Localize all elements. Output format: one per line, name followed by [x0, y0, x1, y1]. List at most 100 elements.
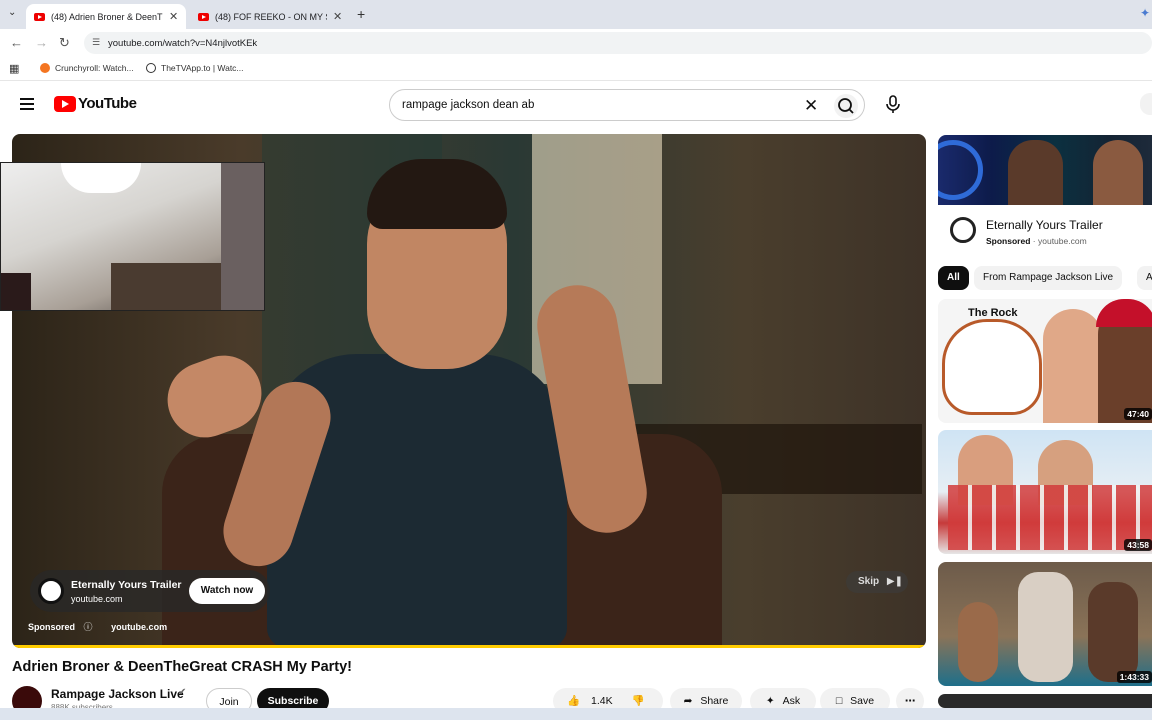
banner-ring	[938, 140, 983, 200]
site-info-icon[interactable]: ☰	[92, 37, 100, 48]
skip-label: Skip	[858, 576, 880, 587]
chair-back	[1, 273, 31, 310]
gemini-icon[interactable]: ✦	[1140, 6, 1150, 20]
sponsored-domain[interactable]: youtube.com	[111, 622, 167, 632]
close-tab-icon[interactable]: ✕	[169, 10, 178, 23]
thumb-person-1	[1043, 309, 1103, 423]
youtube-header: YouTube ✕	[0, 82, 1152, 128]
chip-from-channel[interactable]: From Rampage Jackson Live	[974, 266, 1123, 290]
share-icon: ➦	[683, 695, 693, 707]
tab-title: (48) Adrien Broner & DeenThe	[51, 11, 163, 22]
youtube-favicon-icon	[34, 12, 45, 21]
desk	[111, 263, 221, 310]
video-duration: 47:40	[1124, 408, 1152, 420]
clear-search-icon[interactable]: ✕	[804, 96, 818, 116]
banner-face-1	[1008, 140, 1063, 205]
sparkle-icon: ✦	[765, 695, 775, 707]
watch-now-button[interactable]: Watch now	[189, 578, 265, 604]
back-icon[interactable]: ←	[10, 35, 23, 50]
recommended-video-2[interactable]: 43:58	[938, 430, 1152, 554]
voice-search-button[interactable]	[882, 93, 904, 115]
os-taskbar	[0, 708, 1152, 720]
search-box: ✕	[389, 89, 865, 121]
doorway	[221, 163, 264, 310]
bookmark-icon: □	[835, 695, 843, 707]
like-count: 1.4K	[591, 695, 613, 707]
thumb-person-1	[1018, 572, 1073, 682]
youtube-play-icon	[54, 95, 76, 112]
url-text: youtube.com/watch?v=N4njlvotKEk	[108, 37, 258, 49]
video-duration: 43:58	[1124, 539, 1152, 551]
reload-icon[interactable]: ↻	[59, 35, 70, 51]
save-label: Save	[850, 695, 875, 707]
thumb-person-2	[958, 602, 998, 682]
ad-domain: youtube.com	[71, 594, 123, 604]
menu-icon[interactable]	[20, 98, 34, 110]
globe-icon	[146, 63, 156, 73]
banner-face-2	[1093, 140, 1143, 205]
browser-tab-bar: ⌄ (48) Adrien Broner & DeenThe ✕ (48) FO…	[0, 0, 1152, 29]
search-button[interactable]	[834, 94, 858, 118]
bookmark-thetvapp[interactable]: TheTVApp.to | Watc...	[146, 63, 244, 73]
ceiling-light	[61, 163, 141, 193]
info-icon[interactable]: ⓘ	[84, 622, 93, 632]
tab-title: (48) FOF REEKO - ON MY STATE	[215, 11, 327, 22]
apps-grid-icon[interactable]: ▦	[9, 62, 19, 75]
filter-chips: All From Rampage Jackson Live Ad	[938, 266, 1152, 292]
chip-all[interactable]: All	[938, 266, 969, 290]
thumbs-up-icon: 👍	[567, 695, 581, 707]
url-field[interactable]: ☰ youtube.com/watch?v=N4njlvotKEk	[84, 32, 1152, 54]
sidebar-ad-domain: youtube.com	[1037, 236, 1087, 246]
sponsored-label: Sponsored ⓘ youtube.com	[28, 620, 167, 633]
skip-ad-button[interactable]: Skip ▶❚	[846, 571, 908, 593]
ask-label: Ask	[782, 695, 801, 707]
browser-tab[interactable]: (48) FOF REEKO - ON MY STATE ✕	[190, 4, 350, 29]
skip-next-icon: ▶❚	[886, 576, 903, 587]
video-title: Adrien Broner & DeenTheGreat CRASH My Pa…	[12, 659, 353, 675]
youtube-wordmark: YouTube	[78, 95, 137, 112]
youtube-favicon-icon	[198, 12, 209, 21]
microphone-icon	[886, 95, 900, 113]
create-button[interactable]	[1140, 93, 1152, 115]
sponsored-text: Sponsored	[28, 622, 76, 632]
recommended-video-1[interactable]: The Rock 47:40	[938, 299, 1152, 423]
red-cap	[1096, 299, 1152, 327]
recommended-video-4[interactable]	[938, 694, 1152, 708]
advertiser-logo-icon	[950, 217, 976, 243]
browser-tab-active[interactable]: (48) Adrien Broner & DeenThe ✕	[26, 4, 186, 29]
crunchyroll-icon	[40, 63, 50, 73]
ad-card[interactable]: Eternally Yours Trailer youtube.com Watc…	[30, 570, 270, 612]
ad-title: Eternally Yours Trailer	[71, 579, 182, 591]
sidebar-ad-meta: Sponsored · youtube.com	[986, 236, 1087, 246]
address-bar-row: ← → ↻ ☰ youtube.com/watch?v=N4njlvotKEk	[0, 29, 1152, 57]
thumbs-down-icon[interactable]: 👎	[632, 695, 645, 707]
bookmark-label: Crunchyroll: Watch...	[55, 63, 134, 73]
forward-icon[interactable]: →	[35, 35, 48, 50]
webcam-overlay	[0, 162, 265, 311]
channel-name[interactable]: Rampage Jackson Live	[51, 687, 184, 701]
hair	[367, 159, 507, 229]
sidebar-ad-sponsored: Sponsored	[986, 236, 1031, 246]
tab-list-chevron-icon[interactable]: ⌄	[8, 7, 16, 18]
sidebar-ad[interactable]: Eternally Yours Trailer Sponsored · yout…	[938, 135, 1152, 259]
advertiser-logo-icon	[38, 578, 64, 604]
verified-icon: ✔	[178, 687, 187, 698]
new-tab-icon[interactable]: +	[357, 6, 365, 22]
thumb-caption: The Rock	[968, 307, 1018, 319]
video-progress-bar[interactable]	[12, 645, 926, 648]
thumb-person-3	[1088, 582, 1138, 682]
bookmark-label: TheTVApp.to | Watc...	[161, 63, 244, 73]
youtube-logo[interactable]: YouTube	[54, 95, 137, 112]
sidebar-ad-title: Eternally Yours Trailer	[986, 218, 1103, 232]
search-input[interactable]	[402, 99, 792, 111]
recommended-video-3[interactable]: 1:43:33	[938, 562, 1152, 686]
video-duration: 1:43:33	[1116, 671, 1152, 683]
sidebar-ad-banner	[938, 135, 1152, 205]
bookmarks-bar: ▦ Crunchyroll: Watch... TheTVApp.to | Wa…	[0, 57, 1152, 81]
search-icon	[838, 98, 854, 114]
chip-more[interactable]: Ad	[1137, 266, 1152, 290]
share-label: Share	[700, 695, 729, 707]
bookmark-crunchyroll[interactable]: Crunchyroll: Watch...	[40, 63, 134, 73]
close-tab-icon[interactable]: ✕	[333, 10, 342, 23]
thumb-boxes	[948, 485, 1152, 550]
